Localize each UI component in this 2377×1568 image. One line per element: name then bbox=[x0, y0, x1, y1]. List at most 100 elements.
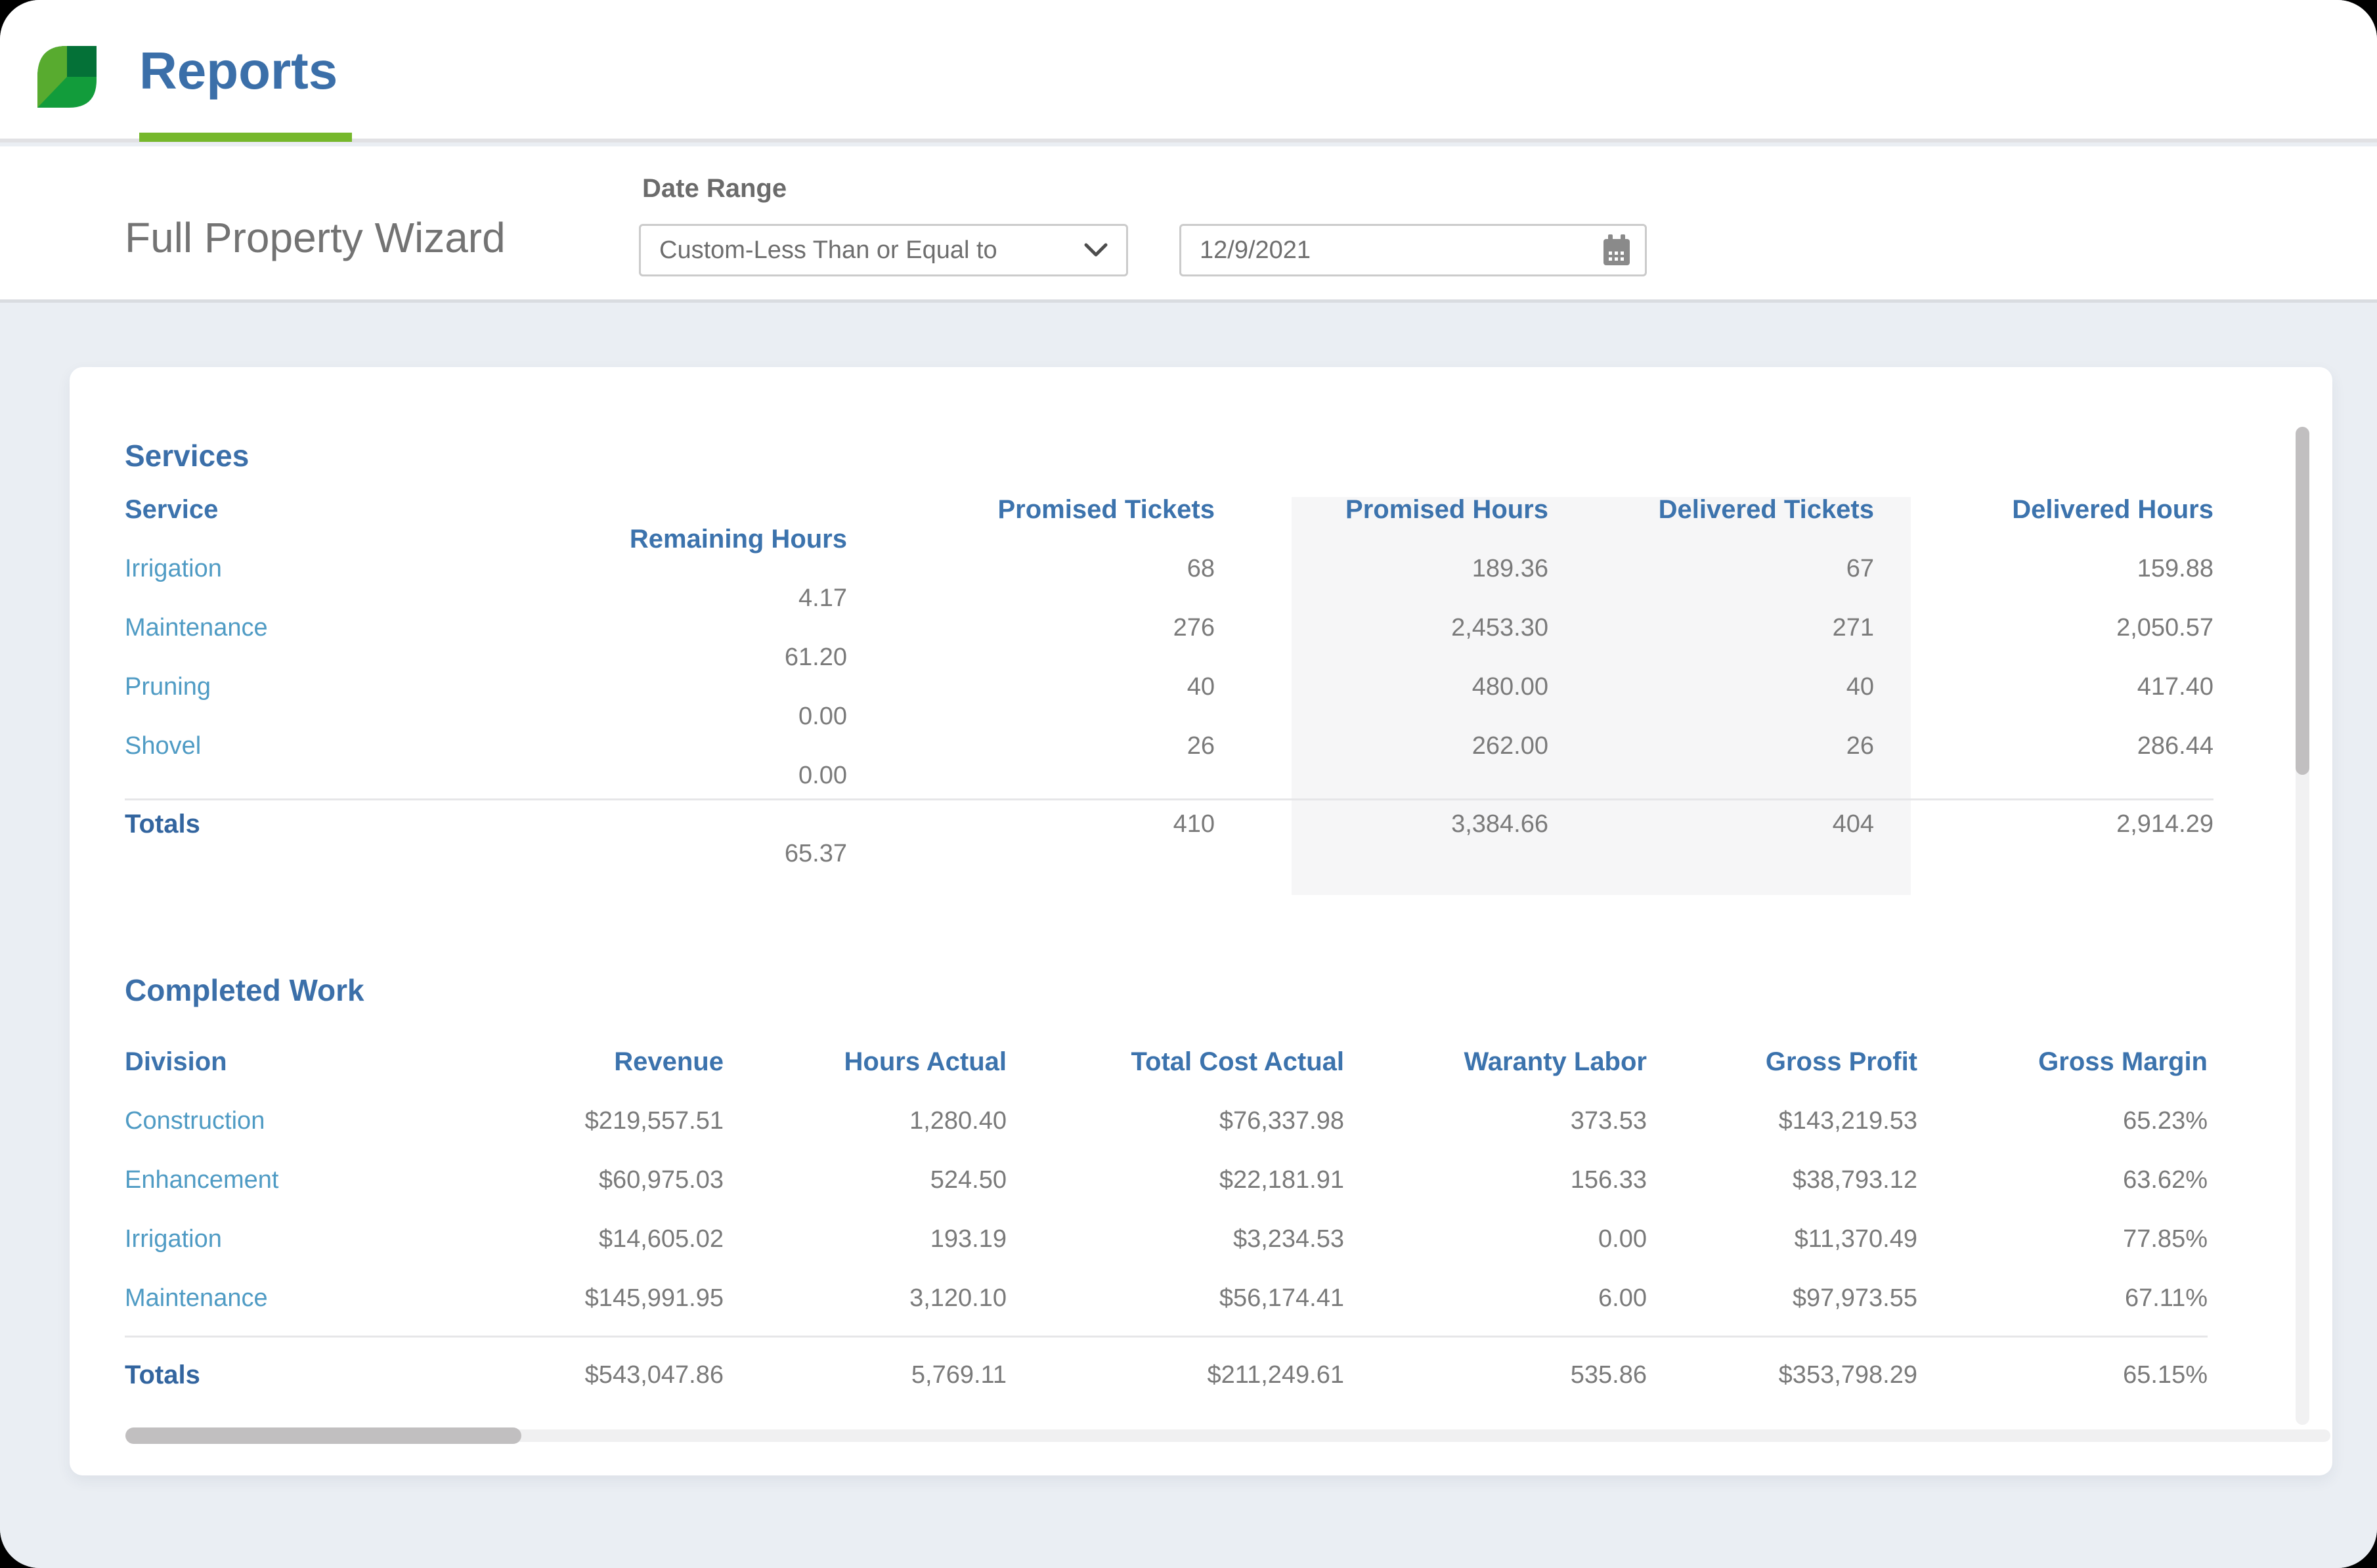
table-row: Irrigation $14,605.02 193.19 $3,234.53 0… bbox=[125, 1209, 2208, 1269]
cell: 2,453.30 bbox=[1215, 614, 1548, 642]
column-header: Total Cost Actual bbox=[1007, 1047, 1344, 1077]
cell: 535.86 bbox=[1344, 1361, 1647, 1389]
totals-divider bbox=[125, 798, 2213, 800]
cell: 410 bbox=[847, 810, 1215, 838]
comparison-dropdown-value: Custom-Less Than or Equal to bbox=[659, 236, 997, 265]
leaf-logo-icon bbox=[37, 46, 97, 108]
totals-label: Totals bbox=[125, 810, 847, 839]
column-header: Promised Tickets bbox=[847, 495, 1215, 525]
cell: $3,234.53 bbox=[1007, 1225, 1344, 1253]
cell: 68 bbox=[847, 555, 1215, 583]
column-header: Division bbox=[125, 1047, 492, 1077]
report-card: Services Service Promised Tickets Promis… bbox=[70, 367, 2332, 1475]
cell: $22,181.91 bbox=[1007, 1166, 1344, 1194]
cell: 26 bbox=[847, 732, 1215, 760]
report-toolbar: Full Property Wizard Date Range Custom-L… bbox=[0, 146, 2377, 303]
cell: 4.17 bbox=[125, 584, 847, 613]
table-row: Construction $219,557.51 1,280.40 $76,33… bbox=[125, 1091, 2208, 1150]
vertical-scrollbar-thumb[interactable] bbox=[2296, 427, 2309, 775]
cell: 65.23% bbox=[1917, 1107, 2208, 1135]
horizontal-scrollbar-thumb[interactable] bbox=[125, 1427, 521, 1444]
cell: 0.00 bbox=[1344, 1225, 1647, 1253]
cell: 193.19 bbox=[724, 1225, 1007, 1253]
completed-work-header-row: Division Revenue Hours Actual Total Cost… bbox=[125, 1032, 2208, 1091]
table-row: Shovel 26 262.00 26 286.44 0.00 bbox=[125, 731, 2213, 791]
division-link[interactable]: Maintenance bbox=[125, 1284, 492, 1313]
division-link[interactable]: Enhancement bbox=[125, 1166, 492, 1194]
cell: 156.33 bbox=[1344, 1166, 1647, 1194]
column-header: Waranty Labor bbox=[1344, 1047, 1647, 1077]
service-link[interactable]: Shovel bbox=[125, 732, 847, 760]
cell: 417.40 bbox=[1874, 673, 2213, 701]
cell: 271 bbox=[1548, 614, 1874, 642]
division-link[interactable]: Irrigation bbox=[125, 1225, 492, 1253]
cell: 40 bbox=[847, 673, 1215, 701]
cell: $145,991.95 bbox=[492, 1284, 724, 1313]
cell: 2,914.29 bbox=[1874, 810, 2213, 838]
comparison-dropdown[interactable]: Custom-Less Than or Equal to bbox=[639, 224, 1128, 276]
cell: $543,047.86 bbox=[492, 1361, 724, 1389]
cell: 40 bbox=[1548, 673, 1874, 701]
cell: 0.00 bbox=[125, 703, 847, 731]
cell: $211,249.61 bbox=[1007, 1361, 1344, 1389]
cell: 480.00 bbox=[1215, 673, 1548, 701]
cell: 67.11% bbox=[1917, 1284, 2208, 1313]
table-row: Enhancement $60,975.03 524.50 $22,181.91… bbox=[125, 1150, 2208, 1209]
cell: 2,050.57 bbox=[1874, 614, 2213, 642]
report-content-area: Services Service Promised Tickets Promis… bbox=[0, 306, 2377, 1568]
date-input[interactable]: 12/9/2021 bbox=[1179, 224, 1647, 276]
calendar-icon bbox=[1603, 234, 1630, 266]
app-header: Reports bbox=[0, 0, 2377, 142]
column-header: Delivered Tickets bbox=[1548, 495, 1874, 525]
column-header: Remaining Hours bbox=[125, 525, 847, 554]
cell: 77.85% bbox=[1917, 1225, 2208, 1253]
cell: 67 bbox=[1548, 555, 1874, 583]
cell: $143,219.53 bbox=[1647, 1107, 1917, 1135]
column-header: Hours Actual bbox=[724, 1047, 1007, 1077]
column-header: Promised Hours bbox=[1215, 495, 1548, 525]
cell: 65.15% bbox=[1917, 1361, 2208, 1389]
totals-divider bbox=[125, 1336, 2208, 1338]
cell: 404 bbox=[1548, 810, 1874, 838]
services-header-row: Service Promised Tickets Promised Hours … bbox=[125, 495, 2213, 554]
cell: 189.36 bbox=[1215, 555, 1548, 583]
cell: 1,280.40 bbox=[724, 1107, 1007, 1135]
cell: $219,557.51 bbox=[492, 1107, 724, 1135]
cell: 0.00 bbox=[125, 762, 847, 790]
cell: 286.44 bbox=[1874, 732, 2213, 760]
column-header: Revenue bbox=[492, 1047, 724, 1077]
totals-label: Totals bbox=[125, 1361, 492, 1390]
column-header: Delivered Hours bbox=[1874, 495, 2213, 525]
cell: 373.53 bbox=[1344, 1107, 1647, 1135]
vertical-scrollbar-track[interactable] bbox=[2296, 427, 2309, 1425]
cell: 26 bbox=[1548, 732, 1874, 760]
date-input-value: 12/9/2021 bbox=[1200, 236, 1311, 265]
table-row: Maintenance 276 2,453.30 271 2,050.57 61… bbox=[125, 613, 2213, 672]
services-totals-row: Totals 410 3,384.66 404 2,914.29 65.37 bbox=[125, 809, 2213, 868]
column-header: Gross Profit bbox=[1647, 1047, 1917, 1077]
report-title: Full Property Wizard bbox=[125, 213, 506, 263]
cell: 276 bbox=[847, 614, 1215, 642]
cell: 3,384.66 bbox=[1215, 810, 1548, 838]
cell: $60,975.03 bbox=[492, 1166, 724, 1194]
services-section-heading: Services bbox=[125, 438, 249, 473]
cell: $76,337.98 bbox=[1007, 1107, 1344, 1135]
service-link[interactable]: Irrigation bbox=[125, 555, 847, 583]
service-link[interactable]: Maintenance bbox=[125, 614, 847, 642]
cell: 262.00 bbox=[1215, 732, 1548, 760]
horizontal-scrollbar-track[interactable] bbox=[125, 1429, 2330, 1442]
cell: 524.50 bbox=[724, 1166, 1007, 1194]
cell: $56,174.41 bbox=[1007, 1284, 1344, 1313]
division-link[interactable]: Construction bbox=[125, 1107, 492, 1135]
cell: 3,120.10 bbox=[724, 1284, 1007, 1313]
completed-work-totals-row: Totals $543,047.86 5,769.11 $211,249.61 … bbox=[125, 1345, 2208, 1405]
service-link[interactable]: Pruning bbox=[125, 673, 847, 701]
completed-work-section-heading: Completed Work bbox=[125, 972, 364, 1008]
cell: 65.37 bbox=[125, 840, 847, 868]
cell: 63.62% bbox=[1917, 1166, 2208, 1194]
table-row: Maintenance $145,991.95 3,120.10 $56,174… bbox=[125, 1269, 2208, 1328]
page-title: Reports bbox=[139, 38, 338, 104]
table-row: Pruning 40 480.00 40 417.40 0.00 bbox=[125, 672, 2213, 731]
cell: 6.00 bbox=[1344, 1284, 1647, 1313]
cell: $97,973.55 bbox=[1647, 1284, 1917, 1313]
